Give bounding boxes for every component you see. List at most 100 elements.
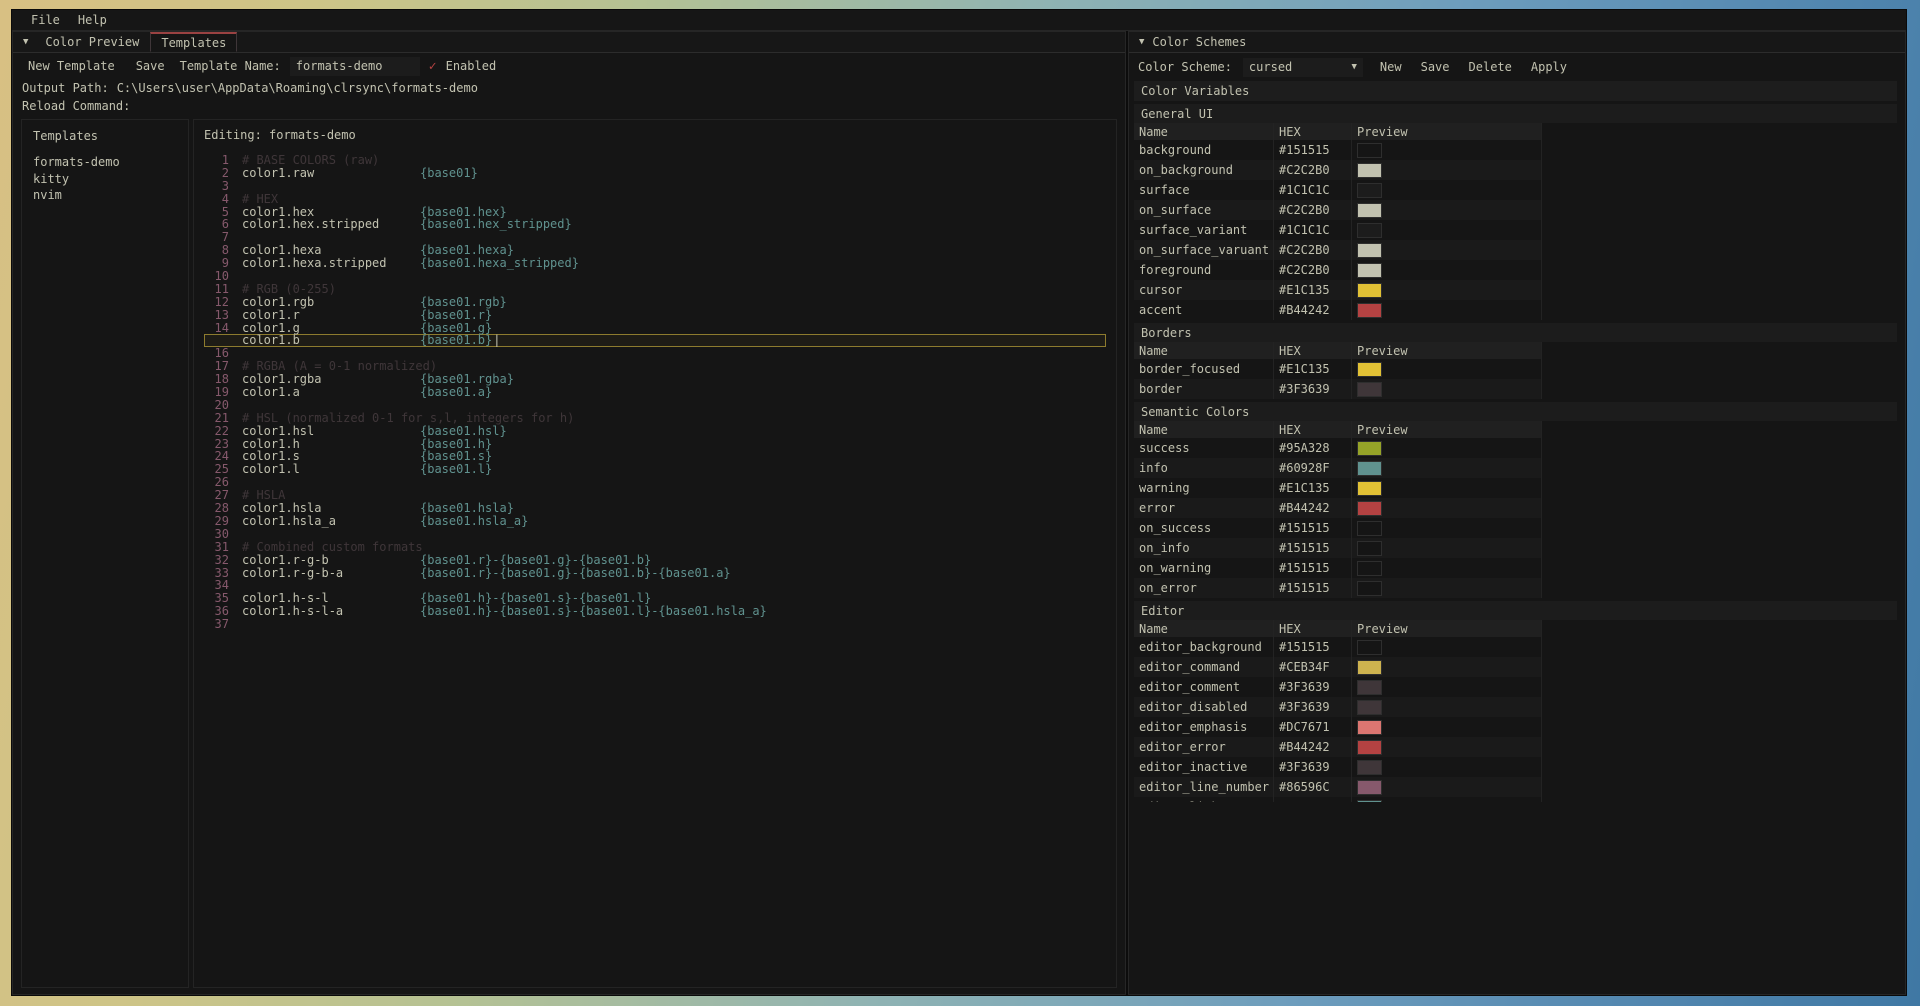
editor-line[interactable]: 34 | [204,579,1106,592]
color-swatch[interactable] [1357,481,1382,496]
editor-line[interactable]: 24 color1.s {base01.s} | [204,450,1106,463]
output-path-value[interactable]: C:\Users\user\AppData\Roaming\clrsync\fo… [117,81,478,95]
color-swatch[interactable] [1357,640,1382,655]
editor-line[interactable]: 32 color1.r-g-b {base01.r}-{base01.g}-{b… [204,554,1106,567]
editor-line[interactable]: 11 # RGB (0-255) | [204,283,1106,296]
color-swatch[interactable] [1357,800,1382,803]
color-variable-row[interactable]: accent #B44242 [1134,300,1542,320]
editor-line[interactable]: 10 | [204,270,1106,283]
color-variable-row[interactable]: surface_variant #1C1C1C [1134,220,1542,240]
tab[interactable]: Templates [150,32,237,52]
collapse-arrow-icon[interactable]: ▼ [1133,37,1150,47]
color-swatch[interactable] [1357,680,1382,695]
scheme-action-button[interactable]: Save [1415,59,1456,75]
color-variable-row[interactable]: editor_command #CEB34F [1134,657,1542,677]
menu-item[interactable]: File [22,12,69,28]
template-list-item[interactable]: formats-demo [33,154,177,171]
color-variable-row[interactable]: editor_emphasis #DC7671 [1134,717,1542,737]
editor-line[interactable]: 23 color1.h {base01.h} | [204,438,1106,451]
editor-line[interactable]: 27 # HSLA | [204,489,1106,502]
color-variable-row[interactable]: background #151515 [1134,140,1542,160]
color-swatch[interactable] [1357,521,1382,536]
editor-line[interactable]: 30 | [204,528,1106,541]
color-variable-row[interactable]: on_surface_varuant #C2C2B0 [1134,240,1542,260]
color-variable-row[interactable]: info #60928F [1134,458,1542,478]
section-header[interactable]: Semantic Colors [1134,402,1897,421]
scheme-action-button[interactable]: Delete [1463,59,1518,75]
editor-line[interactable]: 14 color1.g {base01.g} | [204,322,1106,335]
section-header[interactable]: Editor [1134,601,1897,620]
color-swatch[interactable] [1357,183,1382,198]
color-variable-row[interactable]: error #B44242 [1134,498,1542,518]
editor-line[interactable]: 9 color1.hexa.stripped {base01.hexa_stri… [204,257,1106,270]
editor-line[interactable]: 13 color1.r {base01.r} | [204,309,1106,322]
color-variable-row[interactable]: border #3F3639 [1134,379,1542,399]
color-variable-row[interactable]: editor_line_number #86596C [1134,777,1542,797]
color-swatch[interactable] [1357,501,1382,516]
color-swatch[interactable] [1357,740,1382,755]
editor-line[interactable]: 36 color1.h-s-l-a {base01.h}-{base01.s}-… [204,605,1106,618]
color-variable-row[interactable]: editor_comment #3F3639 [1134,677,1542,697]
color-swatch[interactable] [1357,660,1382,675]
color-swatch[interactable] [1357,303,1382,318]
color-variable-row[interactable]: foreground #C2C2B0 [1134,260,1542,280]
editor-line[interactable]: 4 # HEX | [204,193,1106,206]
editor-line[interactable]: 18 color1.rgba {base01.rgba} | [204,373,1106,386]
tab[interactable]: Color Preview [34,32,150,52]
color-variable-row[interactable]: success #95A328 [1134,438,1542,458]
editor-line[interactable]: 17 # RGBA (A = 0-1 normalized) | [204,360,1106,373]
editor-line[interactable]: 2 color1.raw {base01} | [204,167,1106,180]
editor-line[interactable]: 12 color1.rgb {base01.rgb} | [204,296,1106,309]
color-swatch[interactable] [1357,461,1382,476]
section-header[interactable]: Borders [1134,323,1897,342]
new-template-button[interactable]: New Template [22,58,121,74]
color-variable-row[interactable]: editor_background #151515 [1134,637,1542,657]
editor-line[interactable]: 21 # HSL (normalized 0-1 for s,l, intege… [204,412,1106,425]
enabled-checkbox[interactable]: ✓ [429,59,437,74]
editor-line[interactable]: 28 color1.hsla {base01.hsla} | [204,502,1106,515]
color-variable-row[interactable]: editor_error #B44242 [1134,737,1542,757]
editor-line[interactable]: 31 # Combined custom formats | [204,541,1106,554]
color-variable-row[interactable]: editor_inactive #3F3639 [1134,757,1542,777]
editor-line[interactable]: 20 | [204,399,1106,412]
section-header[interactable]: General UI [1134,104,1897,123]
color-variable-row[interactable]: on_warning #151515 [1134,558,1542,578]
editor-line[interactable]: 33 color1.r-g-b-a {base01.r}-{base01.g}-… [204,567,1106,580]
template-name-input[interactable]: formats-demo [290,57,420,76]
color-variable-row[interactable]: editor_link #60928F [1134,797,1542,802]
color-variable-row[interactable]: border_focused #E1C135 [1134,359,1542,379]
color-swatch[interactable] [1357,163,1382,178]
color-variable-row[interactable]: on_background #C2C2B0 [1134,160,1542,180]
color-swatch[interactable] [1357,143,1382,158]
color-swatch[interactable] [1357,223,1382,238]
color-variable-row[interactable]: on_surface #C2C2B0 [1134,200,1542,220]
editor-code-area[interactable]: 1 # BASE COLORS (raw) | 2 [204,154,1106,979]
template-list-item[interactable]: kitty [33,171,177,188]
color-swatch[interactable] [1357,700,1382,715]
editor-line[interactable]: 3 | [204,180,1106,193]
color-variable-row[interactable]: editor_disabled #3F3639 [1134,697,1542,717]
color-swatch[interactable] [1357,203,1382,218]
color-variable-row[interactable]: cursor #E1C135 [1134,280,1542,300]
color-scheme-dropdown[interactable]: cursed ▼ [1243,58,1363,77]
color-variable-row[interactable]: on_info #151515 [1134,538,1542,558]
editor-line[interactable]: 26 | [204,476,1106,489]
color-variable-row[interactable]: on_error #151515 [1134,578,1542,598]
color-variable-row[interactable]: warning #E1C135 [1134,478,1542,498]
color-swatch[interactable] [1357,243,1382,258]
color-swatch[interactable] [1357,780,1382,795]
color-swatch[interactable] [1357,362,1382,377]
editor-line[interactable]: 22 color1.hsl {base01.hsl} | [204,425,1106,438]
editor-line[interactable]: 19 color1.a {base01.a} | [204,386,1106,399]
color-swatch[interactable] [1357,441,1382,456]
template-list-item[interactable]: nvim [33,187,177,204]
editor-line[interactable]: 7 | [204,231,1106,244]
editor-line[interactable]: 25 color1.l {base01.l} | [204,463,1106,476]
scheme-action-button[interactable]: Apply [1525,59,1573,75]
color-swatch[interactable] [1357,283,1382,298]
editor-line[interactable]: 37 | [204,618,1106,631]
color-variable-row[interactable]: surface #1C1C1C [1134,180,1542,200]
color-variables-header[interactable]: Color Variables [1134,81,1897,101]
color-variable-row[interactable]: on_success #151515 [1134,518,1542,538]
editor-line[interactable]: 6 color1.hex.stripped {base01.hex_stripp… [204,218,1106,231]
